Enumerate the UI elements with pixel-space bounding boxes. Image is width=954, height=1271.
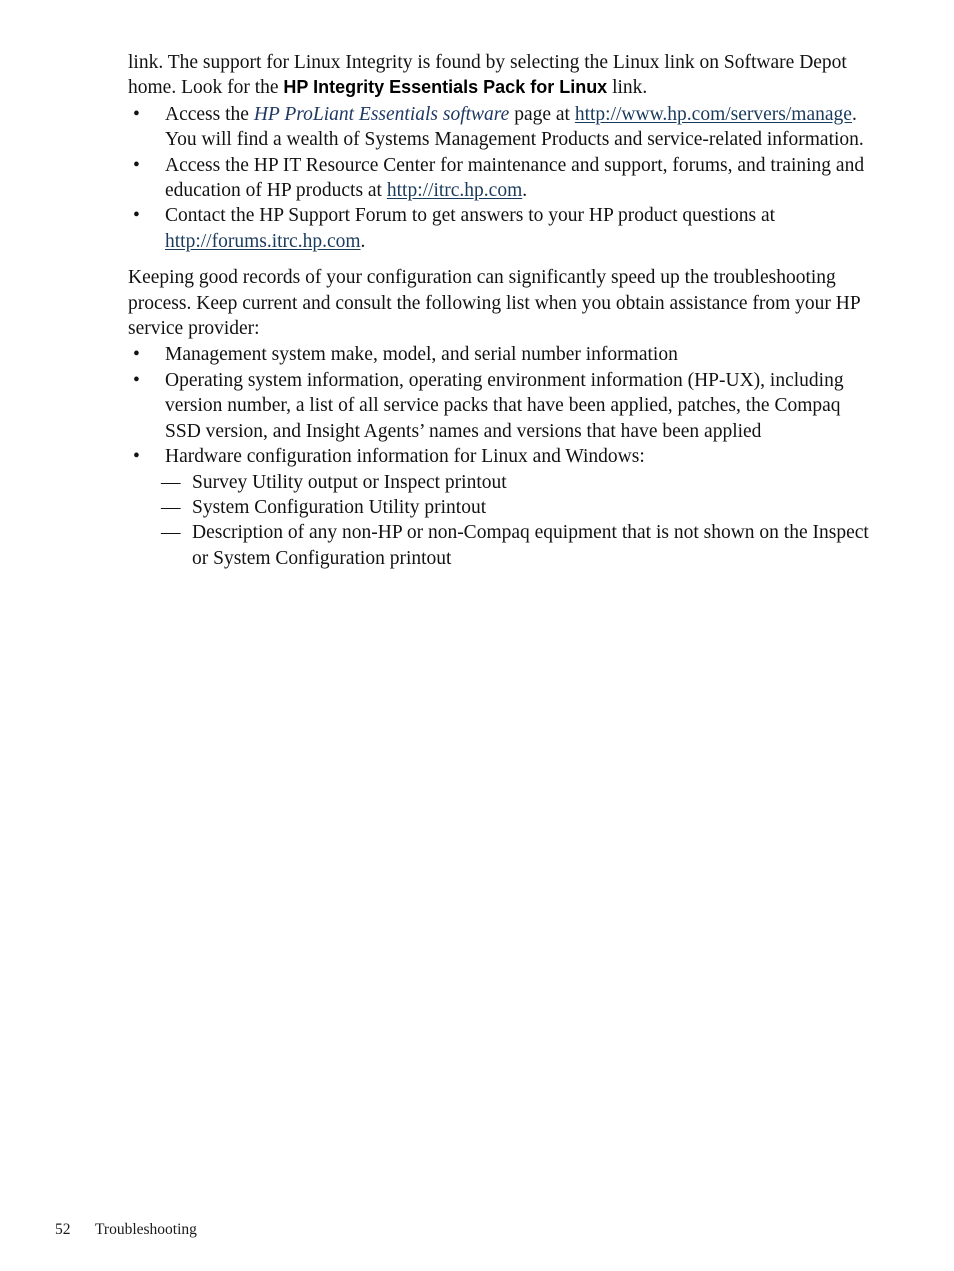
link-hp-servers-manage[interactable]: http://www.hp.com/servers/manage [575,104,852,125]
list-item: • Hardware configuration information for … [128,444,870,469]
em-dash-glyph-icon: — [161,522,181,544]
sublist-item: — System Configuration Utility printout [161,495,870,520]
em-dash-glyph-icon: — [161,496,181,518]
em-dash-glyph-icon: — [161,471,181,493]
bullet-glyph-icon: • [133,154,140,176]
sublist-item: — Survey Utility output or Inspect printo… [161,470,870,495]
hp-integrity-essentials-pack-bold-text: HP Integrity Essentials Pack for Linux [283,77,608,98]
document-page: link. The support for Linux Integrity is… [0,0,954,1271]
list-item-text: Hardware configuration information for L… [165,446,645,468]
sublist-item-text: Survey Utility output or Inspect printou… [192,471,507,493]
list-item-text: Operating system information, operating … [165,369,844,442]
resources-bullet-list: • Access the HP ProLiant Essentials softw… [128,102,870,254]
sublist-item-text: System Configuration Utility printout [192,496,487,518]
list-item: • Management system make, model, and seri… [128,342,870,367]
list-item: • Access the HP IT Resource Center for ma… [128,153,870,204]
footer-page-number: 52 [55,1221,71,1238]
list-item: • Operating system information, operating… [128,368,870,444]
bullet-glyph-icon: • [133,446,140,468]
link-itrc-hp-com[interactable]: http://itrc.hp.com [387,180,522,201]
list-item-text-segment: page at [509,103,575,125]
cross-reference-hp-proliant-essentials-software[interactable]: HP ProLiant Essentials software [254,104,510,125]
list-item-text-segment: . [522,180,528,202]
list-item-text: Management system make, model, and seria… [165,344,678,366]
list-item-text-segment: . [360,230,366,252]
list-item-text-segment: Access the [165,103,254,125]
list-item-text-segment: Contact the HP Support Forum to get answ… [165,205,776,227]
list-item: • Access the HP ProLiant Essentials softw… [128,102,870,153]
page-footer: 52 Troubleshooting [55,1220,197,1240]
sublist-item-text: Description of any non-HP or non-Compaq … [192,522,869,569]
footer-chapter-title: Troubleshooting [95,1221,197,1238]
sublist-item: — Description of any non-HP or non-Compaq… [161,520,870,571]
bullet-glyph-icon: • [133,103,140,125]
records-bullet-list: • Management system make, model, and seri… [128,342,870,469]
bullet-glyph-icon: • [133,205,140,227]
bullet-glyph-icon: • [133,369,140,391]
intro-paragraph: link. The support for Linux Integrity is… [128,50,870,101]
list-item: • Contact the HP Support Forum to get ans… [128,203,870,254]
hardware-configuration-sublist: — Survey Utility output or Inspect printo… [128,470,870,572]
page-content: link. The support for Linux Integrity is… [128,50,870,571]
link-forums-itrc-hp-com[interactable]: http://forums.itrc.hp.com [165,231,361,252]
records-paragraph: Keeping good records of your configurati… [128,267,860,340]
bullet-glyph-icon: • [133,344,140,366]
intro-text-after-bold: link. [607,77,648,99]
